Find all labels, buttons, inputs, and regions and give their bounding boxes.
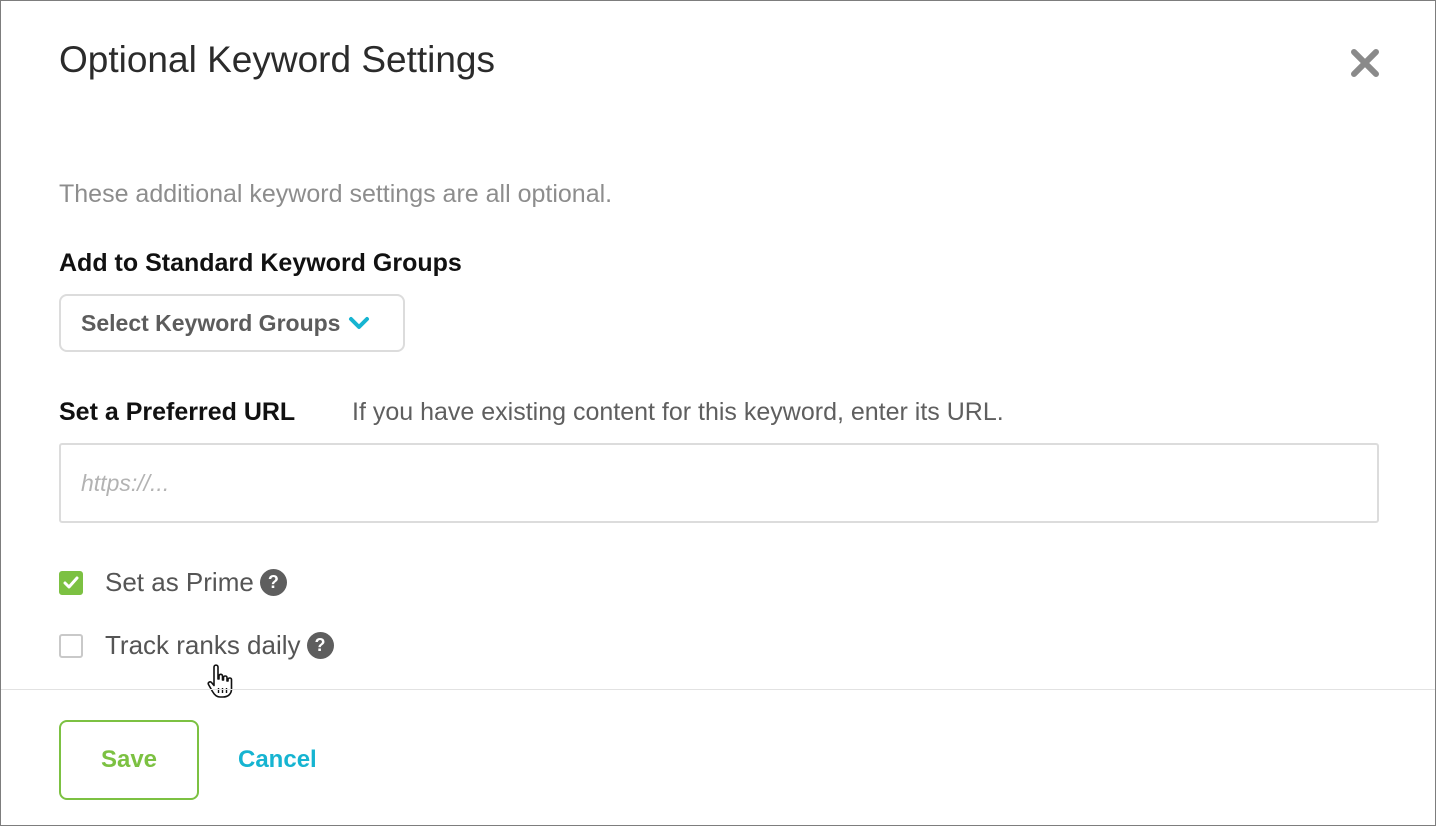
daily-checkbox[interactable]: [59, 633, 83, 658]
prime-help-icon[interactable]: ?: [259, 569, 287, 596]
track-daily-option[interactable]: Track ranks daily ?: [59, 630, 334, 661]
dropdown-label: Select Keyword Groups: [81, 309, 341, 336]
set-as-prime-option[interactable]: Set as Prime ?: [59, 567, 287, 598]
daily-label: Track ranks daily: [105, 630, 301, 660]
keyword-settings-modal: Optional Keyword Settings These addition…: [0, 0, 1436, 826]
keyword-groups-dropdown[interactable]: Select Keyword Groups: [59, 294, 405, 352]
save-button[interactable]: Save: [59, 720, 199, 800]
keyword-groups-label: Add to Standard Keyword Groups: [59, 249, 462, 277]
footer-divider: [1, 689, 1435, 690]
preferred-url-label: Set a Preferred URL: [59, 398, 296, 426]
preferred-url-help: If you have existing content for this ke…: [352, 398, 1004, 426]
checkmark-icon: [63, 576, 79, 588]
hand-pointer-icon: [207, 664, 233, 698]
preferred-url-input[interactable]: [59, 443, 1379, 523]
daily-help-icon[interactable]: ?: [306, 632, 334, 659]
chevron-down-icon: [349, 317, 370, 329]
intro-text: These additional keyword settings are al…: [59, 180, 613, 208]
prime-label: Set as Prime: [105, 567, 254, 597]
close-icon: [1351, 49, 1379, 77]
prime-checkbox[interactable]: [59, 570, 83, 595]
close-button[interactable]: [1349, 47, 1381, 79]
modal-title: Optional Keyword Settings: [59, 39, 496, 80]
cancel-button[interactable]: Cancel: [238, 746, 317, 774]
